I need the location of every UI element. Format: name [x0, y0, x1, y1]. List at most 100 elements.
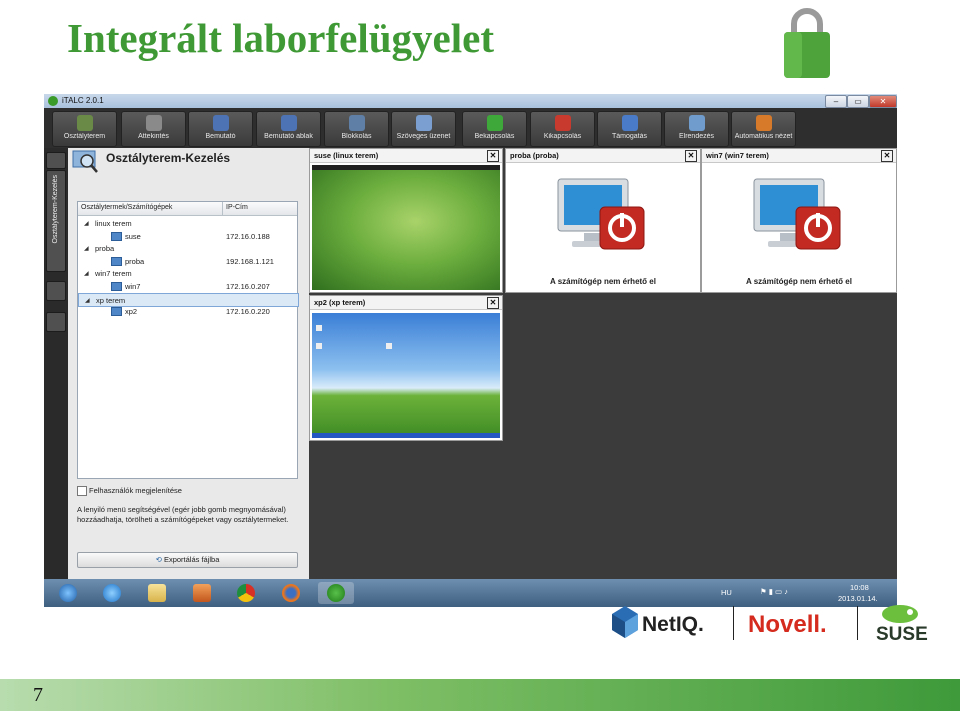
tile-header: proba (proba) ✕	[506, 149, 700, 163]
computer-tile-suse[interactable]: suse (linux terem) ✕	[309, 148, 503, 293]
suse-text: SUSE	[876, 624, 928, 642]
column-header-computers[interactable]: Osztálytermek/Számítógépek	[81, 204, 172, 211]
computer-tile-proba[interactable]: proba (proba) ✕ A számítógép nem érhető …	[505, 148, 701, 293]
show-users-label: Felhasználók megjelenítése	[89, 486, 182, 495]
toolbar-button-demo[interactable]: Bemutató	[188, 111, 253, 147]
tree-row-computer[interactable]: suse 172.16.0.188	[78, 230, 297, 242]
toolbar-button-label: Automatikus nézet	[734, 133, 793, 140]
toolbar-button-power-off[interactable]: Kikapcsolás	[530, 111, 595, 147]
internet-explorer-icon[interactable]	[94, 582, 130, 604]
tree-row-ip: 172.16.0.188	[226, 231, 270, 241]
computer-icon	[111, 307, 122, 317]
offline-computer-icon	[557, 178, 645, 250]
tree-row-name: proba	[125, 256, 145, 266]
arrange-icon	[688, 115, 705, 131]
firefox-icon[interactable]	[273, 582, 309, 604]
export-button[interactable]: ⟲ Exportálás fájlba	[77, 552, 298, 568]
classroom-tree[interactable]: Osztálytermek/Számítógépek IP-Cím ◢ linux…	[77, 201, 299, 479]
italc-screenshot: iTALC 2.0.1 – ▭ ✕ Osztályterem Áttekintés…	[44, 94, 897, 607]
italc-taskbar-icon[interactable]	[318, 582, 354, 604]
power-off-icon	[554, 115, 571, 131]
offline-message: A számítógép nem érhető el	[746, 277, 852, 286]
tile-close-icon[interactable]: ✕	[881, 150, 893, 162]
lock-icon	[348, 115, 365, 131]
toolbar-button-message[interactable]: Szöveges üzenet	[391, 111, 456, 147]
tile-close-icon[interactable]: ✕	[685, 150, 697, 162]
export-label: Exportálás fájlba	[163, 555, 220, 564]
minimize-button[interactable]: –	[825, 95, 847, 108]
tree-row-computer[interactable]: proba 192.168.1.121	[78, 255, 297, 267]
expand-icon[interactable]: ◢	[84, 220, 89, 227]
magnifier-icon	[72, 150, 98, 173]
tree-row-room[interactable]: ◢ proba	[78, 242, 297, 254]
expand-icon[interactable]: ◢	[84, 270, 89, 277]
page-number: 7	[33, 684, 43, 706]
sidebar-home-tab[interactable]	[46, 152, 66, 169]
tile-title: proba (proba)	[510, 151, 559, 160]
tree-row-name: xp terem	[96, 295, 126, 305]
toolbar-button-lock[interactable]: Blokkolás	[324, 111, 389, 147]
media-player-icon[interactable]	[184, 582, 220, 604]
classroom-panel: Osztályterem-Kezelés Osztálytermek/Számí…	[68, 148, 309, 579]
computer-tile-win7[interactable]: win7 (win7 terem) ✕ A számítógép nem érh…	[701, 148, 897, 293]
tree-row-room[interactable]: ◢ linux terem	[78, 217, 297, 229]
clock-time[interactable]: 10:08	[850, 583, 869, 592]
tree-row-ip: 192.168.1.121	[226, 256, 274, 266]
tree-header: Osztálytermek/Számítógépek IP-Cím	[78, 202, 297, 216]
toolbar-button-label: Áttekintés	[138, 133, 169, 140]
sidebar-tab-snapshots[interactable]	[46, 281, 66, 301]
restore-button[interactable]: ▭	[847, 95, 869, 108]
computer-tile-xp2[interactable]: xp2 (xp terem) ✕	[309, 295, 503, 441]
demo-window-icon	[280, 115, 297, 131]
tile-header: win7 (win7 terem) ✕	[702, 149, 896, 163]
chrome-icon[interactable]	[228, 582, 264, 604]
suse-logo: SUSE	[876, 605, 928, 642]
toolbar-button-label: Blokkolás	[341, 133, 372, 140]
tree-row-name: win7 terem	[95, 269, 132, 279]
toolbar-button-support[interactable]: Támogatás	[597, 111, 662, 147]
classroom-icon	[76, 115, 93, 131]
toolbar-button-power-on[interactable]: Bekapcsolás	[462, 111, 527, 147]
logo-divider	[733, 606, 734, 640]
computer-icon	[111, 231, 122, 241]
tile-header: suse (linux terem) ✕	[310, 149, 502, 163]
toolbar: Osztályterem Áttekintés Bemutató Bemutató a…	[44, 108, 897, 148]
toolbar-button-label: Osztályterem	[63, 133, 106, 140]
xp-desktop-screen	[312, 313, 500, 438]
sidebar-tab-config[interactable]	[46, 312, 66, 332]
tree-row-name: proba	[95, 244, 115, 254]
clock-date[interactable]: 2013.01.14.	[838, 594, 878, 603]
expand-icon[interactable]: ◢	[85, 297, 90, 304]
offline-computer-icon	[753, 178, 841, 250]
window-titlebar: iTALC 2.0.1 – ▭ ✕	[44, 94, 897, 108]
column-header-ip[interactable]: IP-Cím	[226, 204, 248, 211]
tray-icons[interactable]: ⚑ ▮ ▭ ♪	[760, 587, 788, 596]
toolbar-button-auto-view[interactable]: Automatikus nézet	[731, 111, 796, 147]
tile-close-icon[interactable]: ✕	[487, 297, 499, 309]
toolbar-button-classroom[interactable]: Osztályterem	[52, 111, 117, 147]
lock-icon	[784, 8, 830, 78]
toolbar-button-demo-window[interactable]: Bemutató ablak	[256, 111, 321, 147]
tree-row-ip: 172.16.0.220	[226, 307, 270, 317]
language-indicator[interactable]: HU	[721, 588, 732, 597]
start-button[interactable]	[50, 582, 86, 604]
close-button[interactable]: ✕	[869, 95, 897, 108]
tree-row-computer[interactable]: xp2 172.16.0.220	[78, 305, 297, 317]
computer-icon	[111, 256, 122, 266]
tile-close-icon[interactable]: ✕	[487, 150, 499, 162]
file-explorer-icon[interactable]	[139, 582, 175, 604]
tile-title: win7 (win7 terem)	[706, 151, 769, 160]
toolbar-button-label: Kikapcsolás	[543, 133, 582, 140]
show-users-checkbox[interactable]	[77, 486, 87, 496]
tree-row-computer[interactable]: win7 172.16.0.207	[78, 280, 297, 292]
toolbar-button-arrange[interactable]: Elrendezés	[664, 111, 729, 147]
taskbar: HU ⚑ ▮ ▭ ♪ 10:08 2013.01.14.	[44, 579, 897, 607]
toolbar-button-overview[interactable]: Áttekintés	[121, 111, 186, 147]
netiq-text: NetIQ.	[642, 613, 704, 636]
sidebar-tab-classroom[interactable]: Osztályterem-Kezelés	[46, 170, 66, 272]
tile-title: suse (linux terem)	[314, 151, 379, 160]
toolbar-button-label: Szöveges üzenet	[396, 133, 451, 140]
netiq-logo: NetIQ.	[612, 606, 704, 638]
tree-row-room[interactable]: ◢ win7 terem	[78, 267, 297, 279]
expand-icon[interactable]: ◢	[84, 245, 89, 252]
